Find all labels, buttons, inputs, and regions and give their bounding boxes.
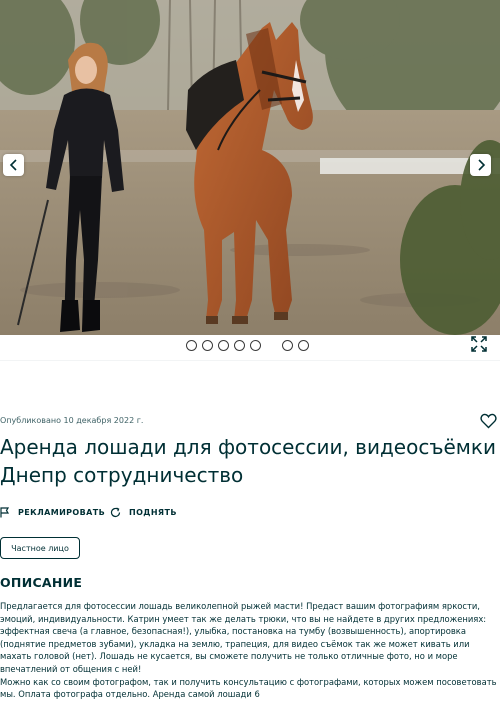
expand-icon xyxy=(471,336,487,352)
listing-photo[interactable] xyxy=(0,0,500,335)
flag-icon xyxy=(0,507,10,518)
gallery-prev-button[interactable] xyxy=(3,154,24,176)
publish-date: Опубликовано 10 декабря 2022 г. xyxy=(0,416,144,425)
gallery-dot[interactable] xyxy=(282,340,293,351)
gallery-next-button[interactable] xyxy=(470,154,491,176)
raise-button[interactable]: ПОДНЯТЬ xyxy=(110,507,177,518)
gallery-dot[interactable] xyxy=(202,340,213,351)
seller-type-badge: Частное лицо xyxy=(0,537,80,559)
gallery-dot[interactable] xyxy=(298,340,309,351)
heart-icon xyxy=(480,413,497,429)
gallery-dot[interactable] xyxy=(218,340,229,351)
chevron-right-icon xyxy=(477,159,485,171)
photo-gallery[interactable] xyxy=(0,0,500,335)
description-heading: ОПИСАНИЕ xyxy=(0,575,83,590)
chevron-left-icon xyxy=(9,159,17,171)
promote-button[interactable]: РЕКЛАМИРОВАТЬ xyxy=(0,507,105,518)
promote-label: РЕКЛАМИРОВАТЬ xyxy=(18,508,106,517)
gallery-dot[interactable] xyxy=(186,340,197,351)
fullscreen-button[interactable] xyxy=(470,335,488,353)
description-text: Предлагается для фотосессии лошадь велик… xyxy=(0,601,497,700)
refresh-icon xyxy=(110,507,121,518)
section-divider xyxy=(0,360,500,400)
favorite-button[interactable] xyxy=(480,413,497,429)
gallery-dot[interactable] xyxy=(234,340,245,351)
listing-title: Аренда лошади для фотосессии, видеосъёмк… xyxy=(0,435,496,487)
gallery-dot[interactable] xyxy=(250,340,261,351)
raise-label: ПОДНЯТЬ xyxy=(129,508,177,517)
